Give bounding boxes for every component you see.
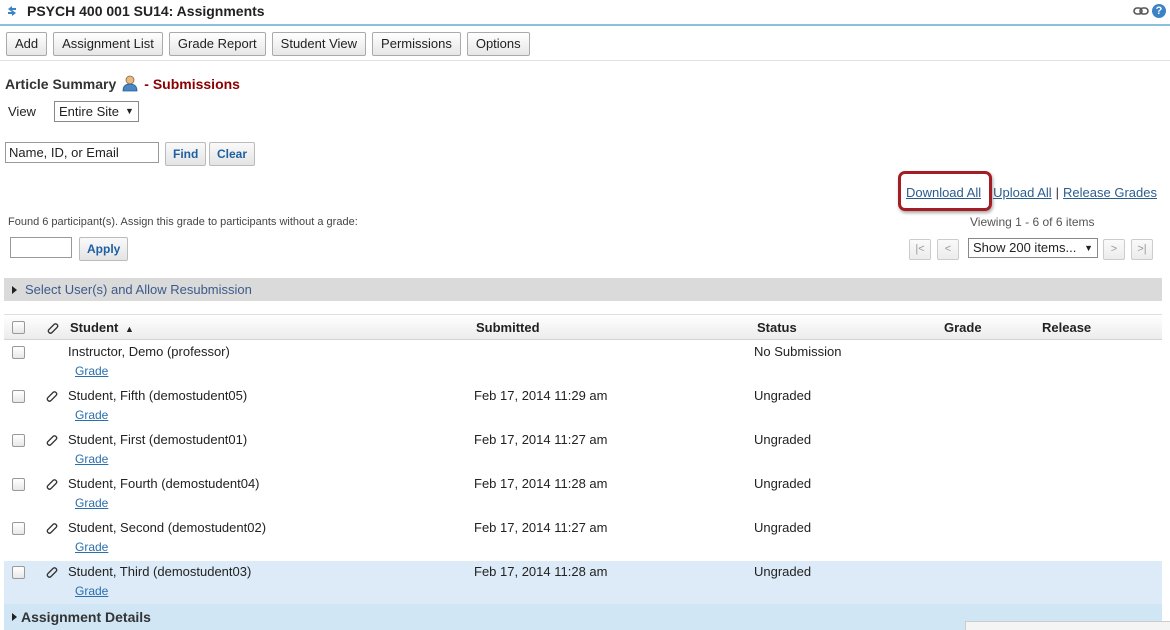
student-view-button[interactable]: Student View (271, 32, 367, 56)
column-submitted[interactable]: Submitted (476, 320, 540, 335)
submission-status: No Submission (754, 344, 842, 359)
section-heading: Article Summary - Submissions (5, 75, 240, 92)
table-row: Student, Second (demostudent02) Feb 17, 2… (4, 517, 1162, 561)
clear-button[interactable]: Clear (209, 142, 256, 166)
row-checkbox[interactable] (12, 434, 25, 447)
prev-page-button[interactable]: < (937, 239, 959, 260)
table-header: Student ▲ Submitted Status Grade Release (4, 314, 1162, 340)
grade-link[interactable]: Grade (75, 496, 108, 510)
paperclip-icon (47, 323, 59, 334)
column-student[interactable]: Student ▲ (70, 320, 134, 335)
view-select-value: Entire Site (59, 104, 119, 119)
grade-report-button[interactable]: Grade Report (168, 32, 266, 56)
submission-status: Ungraded (754, 476, 812, 491)
help-icon[interactable]: ? (1152, 4, 1166, 18)
page-size-value: Show 200 items... (973, 240, 1077, 255)
student-name: Student, Third (demostudent03) (68, 564, 252, 579)
row-checkbox[interactable] (12, 390, 25, 403)
view-select[interactable]: Entire Site ▼ (54, 101, 139, 122)
paperclip-icon[interactable] (44, 477, 58, 491)
heading-title: Article Summary (5, 75, 117, 92)
table-row: Student, Fourth (demostudent04) Feb 17, 2… (4, 473, 1162, 517)
next-page-button[interactable]: > (1103, 239, 1125, 260)
student-name: Instructor, Demo (professor) (68, 344, 230, 359)
submitted-date: Feb 17, 2014 11:29 am (474, 388, 608, 403)
submitted-date: Feb 17, 2014 11:27 am (474, 432, 608, 447)
column-grade[interactable]: Grade (944, 320, 982, 335)
apply-button[interactable]: Apply (79, 237, 129, 261)
paperclip-icon[interactable] (44, 521, 58, 535)
submitted-date: Feb 17, 2014 11:28 am (474, 564, 608, 579)
search-input[interactable] (5, 142, 159, 163)
student-name: Student, First (demostudent01) (68, 432, 248, 447)
grade-link[interactable]: Grade (75, 408, 108, 422)
resubmission-label: Select User(s) and Allow Resubmission (25, 282, 252, 297)
expand-triangle-icon (12, 285, 17, 294)
student-name: Student, Fourth (demostudent04) (68, 476, 260, 491)
student-name: Student, Fifth (demostudent05) (68, 388, 248, 403)
first-page-button[interactable]: |< (909, 239, 931, 260)
submission-status: Ungraded (754, 564, 812, 579)
row-checkbox[interactable] (12, 566, 25, 579)
highlight-callout (898, 171, 992, 211)
submission-status: Ungraded (754, 520, 812, 535)
sort-ascending-icon: ▲ (125, 324, 134, 334)
submitted-date: Feb 17, 2014 11:27 am (474, 520, 608, 535)
row-checkbox[interactable] (12, 478, 25, 491)
grade-link[interactable]: Grade (75, 584, 108, 598)
table-row: Student, First (demostudent01) Feb 17, 20… (4, 429, 1162, 473)
assignment-details-label: Assignment Details (21, 609, 151, 625)
person-icon (122, 75, 138, 92)
resubmission-toggle[interactable]: Select User(s) and Allow Resubmission (4, 278, 1162, 301)
row-checkbox[interactable] (12, 522, 25, 535)
page-size-select[interactable]: Show 200 items... ▼ (968, 238, 1098, 258)
default-grade-input[interactable] (10, 237, 72, 258)
page-title: PSYCH 400 001 SU14: Assignments (27, 3, 265, 19)
column-release[interactable]: Release (1042, 320, 1091, 335)
student-name: Student, Second (demostudent02) (68, 520, 267, 535)
release-grades-link[interactable]: Release Grades (1063, 185, 1157, 200)
submission-status: Ungraded (754, 388, 812, 403)
link-separator: | (1055, 185, 1060, 200)
permissions-button[interactable]: Permissions (372, 32, 461, 56)
select-all-checkbox[interactable] (12, 321, 25, 334)
view-label: View (8, 104, 36, 119)
caret-down-icon: ▼ (1084, 243, 1093, 253)
grade-link[interactable]: Grade (75, 452, 108, 466)
options-button[interactable]: Options (466, 32, 530, 56)
paperclip-icon[interactable] (44, 433, 58, 447)
scrollbar[interactable] (965, 621, 1170, 630)
find-button[interactable]: Find (165, 142, 207, 166)
submitted-date: Feb 17, 2014 11:28 am (474, 476, 608, 491)
add-button[interactable]: Add (6, 32, 48, 56)
toolbar: Add Assignment List Grade Report Student… (6, 32, 530, 56)
table-row: Student, Third (demostudent03) Feb 17, 20… (4, 561, 1162, 605)
last-page-button[interactable]: >| (1131, 239, 1153, 260)
grade-link[interactable]: Grade (75, 540, 108, 554)
expand-triangle-icon (12, 613, 17, 621)
table-row: Student, Fifth (demostudent05) Feb 17, 20… (4, 385, 1162, 429)
refresh-icon[interactable] (5, 4, 19, 18)
upload-all-link[interactable]: Upload All (993, 185, 1052, 200)
assignment-list-button[interactable]: Assignment List (53, 32, 163, 56)
participants-found-text: Found 6 participant(s). Assign this grad… (8, 216, 358, 228)
link-icon[interactable] (1133, 5, 1149, 17)
title-bar: PSYCH 400 001 SU14: Assignments ? (0, 0, 1170, 26)
row-checkbox[interactable] (12, 346, 25, 359)
column-status[interactable]: Status (757, 320, 797, 335)
heading-subtitle: - Submissions (144, 75, 240, 92)
grade-link[interactable]: Grade (75, 364, 108, 378)
table-row: Instructor, Demo (professor) No Submissio… (4, 341, 1162, 385)
submission-status: Ungraded (754, 432, 812, 447)
toolbar-divider (0, 60, 1170, 61)
paperclip-icon[interactable] (44, 565, 58, 579)
viewing-count: Viewing 1 - 6 of 6 items (970, 215, 1095, 229)
caret-down-icon: ▼ (124, 106, 134, 116)
paperclip-icon[interactable] (44, 389, 58, 403)
